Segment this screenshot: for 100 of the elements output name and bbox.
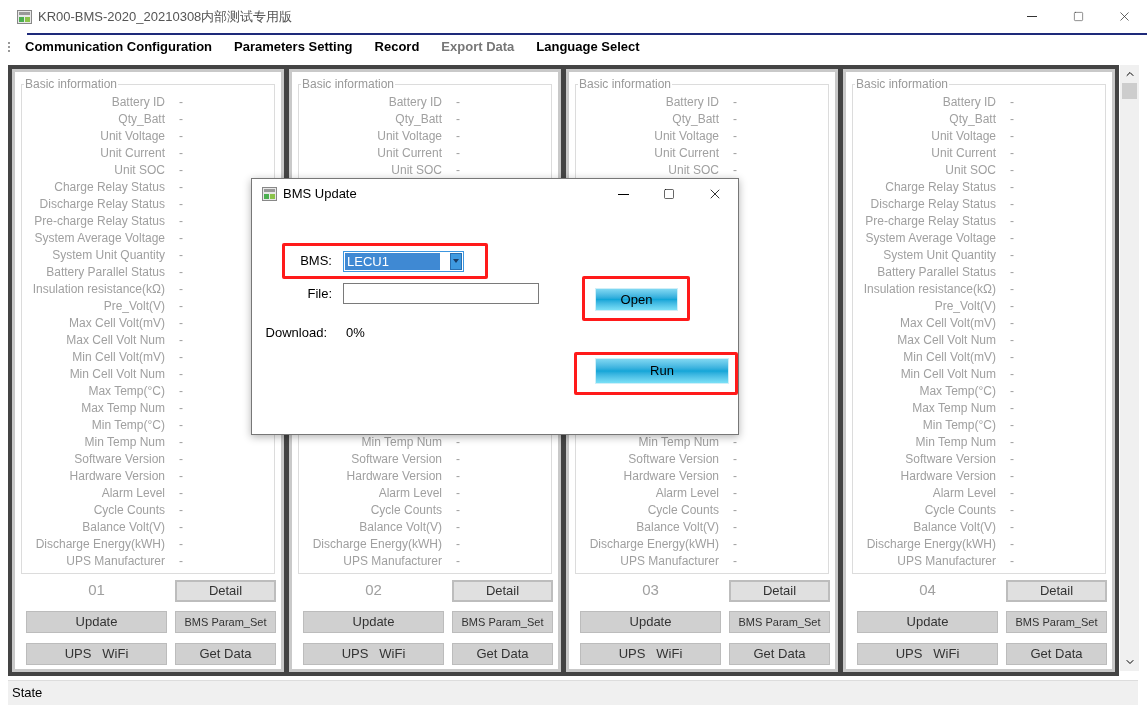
field-value: - — [733, 535, 737, 553]
panel-number: 04 — [919, 579, 936, 600]
run-button[interactable]: Run — [595, 358, 729, 384]
field-value: - — [733, 127, 737, 145]
update-button[interactable]: Update — [580, 611, 721, 633]
field-value: - — [733, 501, 737, 519]
field-label: Discharge Energy(kWH) — [865, 535, 996, 553]
update-button[interactable]: Update — [857, 611, 998, 633]
wifi-button[interactable]: UPS WiFi — [857, 643, 998, 665]
field-label: Pre_Volt(V) — [933, 297, 996, 315]
menu-item[interactable]: Parameters Setting — [234, 37, 353, 57]
field-value: - — [179, 518, 183, 536]
field-label: Max Cell Volt Num — [65, 331, 165, 349]
get-data-button[interactable]: Get Data — [175, 643, 276, 665]
app-icon — [262, 187, 277, 201]
field-value: - — [1010, 450, 1014, 468]
open-button[interactable]: Open — [595, 288, 678, 311]
file-input[interactable] — [343, 283, 539, 304]
field-value: - — [179, 399, 183, 417]
field-label: Qty_Batt — [394, 110, 442, 128]
field-label: System Unit Quantity — [51, 246, 165, 264]
field-value: - — [1010, 246, 1014, 264]
field-label: Hardware Version — [345, 467, 442, 485]
field-label: Balance Volt(V) — [912, 518, 996, 536]
field-label: Discharge Energy(kWH) — [588, 535, 719, 553]
field-label: Pre_Volt(V) — [102, 297, 165, 315]
field-label: Hardware Version — [622, 467, 719, 485]
field-label: Insulation resistance(kΩ) — [31, 280, 165, 298]
field-value: - — [733, 467, 737, 485]
dialog-title: BMS Update — [283, 185, 357, 204]
panel-number: 01 — [88, 579, 105, 600]
field-value: - — [456, 484, 460, 502]
field-value: - — [1010, 382, 1014, 400]
field-value: - — [179, 161, 183, 179]
field-label: Max Cell Volt Num — [896, 331, 996, 349]
field-value: - — [179, 552, 183, 570]
update-button[interactable]: Update — [26, 611, 167, 633]
field-value: - — [733, 450, 737, 468]
param-set-button[interactable]: BMS Param_Set — [452, 611, 553, 633]
detail-button[interactable]: Detail — [1006, 580, 1107, 602]
field-label: Insulation resistance(kΩ) — [862, 280, 996, 298]
get-data-button[interactable]: Get Data — [452, 643, 553, 665]
param-set-button[interactable]: BMS Param_Set — [175, 611, 276, 633]
field-label: Min Cell Volt Num — [899, 365, 996, 383]
field-label: UPS Manufacturer — [342, 552, 442, 570]
field-value: - — [179, 110, 183, 128]
param-set-button[interactable]: BMS Param_Set — [729, 611, 830, 633]
field-value: - — [733, 110, 737, 128]
field-label: Min Temp(°C) — [90, 416, 165, 434]
menu-item[interactable]: Record — [374, 37, 420, 57]
field-value: - — [1010, 110, 1014, 128]
menu-item[interactable]: Language Select — [536, 37, 640, 57]
scrollbar[interactable] — [1120, 65, 1139, 671]
detail-button[interactable]: Detail — [452, 580, 553, 602]
field-value: - — [1010, 212, 1014, 230]
wifi-button[interactable]: UPS WiFi — [303, 643, 444, 665]
wifi-button[interactable]: UPS WiFi — [580, 643, 721, 665]
field-value: - — [1010, 178, 1014, 196]
bms-dropdown[interactable]: LECU1 — [343, 250, 464, 272]
scroll-thumb[interactable] — [1122, 83, 1137, 99]
field-value: - — [1010, 467, 1014, 485]
field-label: Qty_Batt — [117, 110, 165, 128]
field-label: Qty_Batt — [671, 110, 719, 128]
detail-button[interactable]: Detail — [729, 580, 830, 602]
window-title: KR00-BMS-2020_20210308内部测试专用版 — [38, 7, 293, 26]
status-text: State — [12, 684, 43, 703]
field-label: Unit Current — [930, 144, 996, 162]
field-value: - — [179, 348, 183, 366]
field-label: Battery Parallel Status — [45, 263, 165, 281]
field-value: - — [179, 297, 183, 315]
field-label: Alarm Level — [654, 484, 719, 502]
field-label: Min Cell Volt(mV) — [902, 348, 996, 366]
field-value: - — [1010, 331, 1014, 349]
field-label: UPS Manufacturer — [619, 552, 719, 570]
field-label: Pre-charge Relay Status — [33, 212, 165, 230]
field-value: - — [179, 212, 183, 230]
field-value: - — [179, 535, 183, 553]
field-label: Qty_Batt — [948, 110, 996, 128]
field-label: Max Cell Volt(mV) — [67, 314, 165, 332]
field-value: - — [456, 144, 460, 162]
wifi-button[interactable]: UPS WiFi — [26, 643, 167, 665]
field-label: Alarm Level — [377, 484, 442, 502]
field-value: - — [179, 127, 183, 145]
detail-button[interactable]: Detail — [175, 580, 276, 602]
field-value: - — [456, 501, 460, 519]
update-button[interactable]: Update — [303, 611, 444, 633]
field-label: Discharge Energy(kWH) — [34, 535, 165, 553]
field-value: - — [179, 484, 183, 502]
param-set-button[interactable]: BMS Param_Set — [1006, 611, 1107, 633]
menu-item[interactable]: Communication Configuration — [25, 37, 213, 57]
field-value: - — [456, 552, 460, 570]
field-label: Max Temp(°C) — [918, 382, 996, 400]
get-data-button[interactable]: Get Data — [729, 643, 830, 665]
field-value: - — [1010, 195, 1014, 213]
field-value: - — [179, 246, 183, 264]
field-label: Hardware Version — [899, 467, 996, 485]
field-value: - — [179, 450, 183, 468]
field-label: Unit SOC — [390, 161, 442, 179]
get-data-button[interactable]: Get Data — [1006, 643, 1107, 665]
field-value: - — [1010, 518, 1014, 536]
